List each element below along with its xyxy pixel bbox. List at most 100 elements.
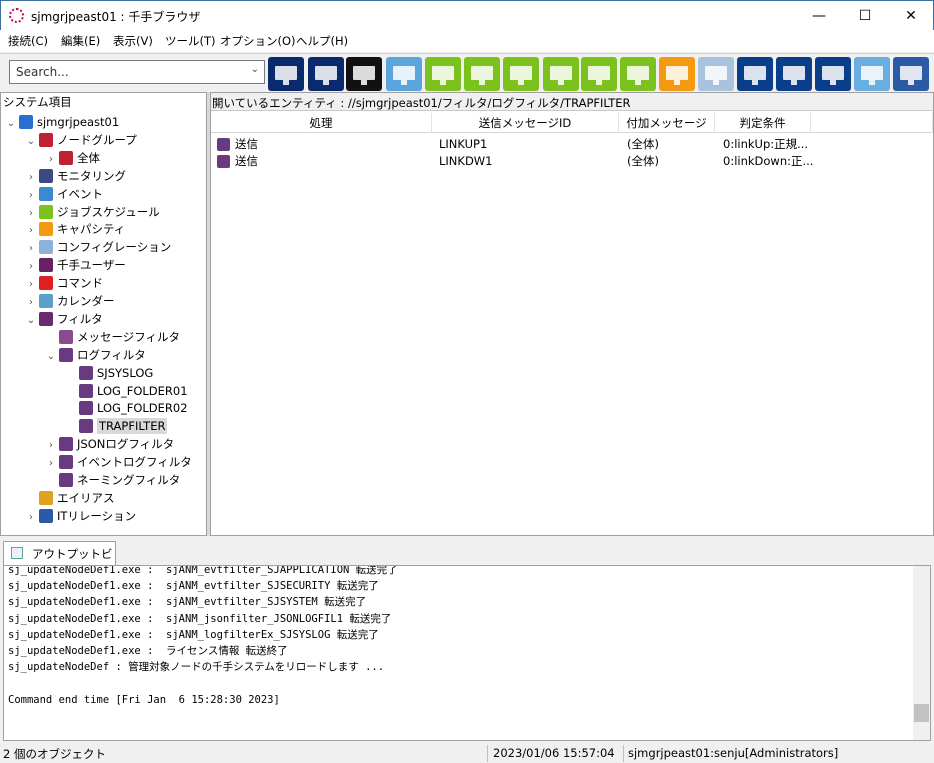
job-icon: [39, 204, 53, 219]
expander-icon[interactable]: ›: [25, 509, 37, 527]
toolbar-button[interactable]: [659, 57, 695, 91]
tree-item-label: カレンダー: [57, 294, 115, 308]
title-bar: sjmgrjpeast01 : 千手ブラウザ — ☐ ✕: [0, 0, 934, 30]
table-cell: 0:linkUp:正規...: [723, 137, 809, 151]
table-row[interactable]: 送信 LINKDW1 (全体) 0:linkDown:正...: [211, 153, 933, 170]
status-user: sjmgrjpeast01:senju[Administrators]: [628, 746, 839, 760]
log-filter-icon: [79, 419, 93, 434]
tree-item[interactable]: › コマンド: [25, 274, 103, 292]
toolbar-button[interactable]: [425, 57, 461, 91]
tree-item-label: JSONログフィルタ: [77, 437, 175, 452]
menu-item[interactable]: オプション(O): [220, 33, 296, 49]
expander-icon[interactable]: ⌄: [25, 312, 37, 330]
search-placeholder: Search...: [16, 65, 69, 79]
tree-item[interactable]: ネーミングフィルタ: [45, 471, 180, 489]
tree-item[interactable]: ⌄ フィルタ: [25, 310, 103, 328]
toolbar-button[interactable]: [854, 57, 890, 91]
tree-item[interactable]: › イベントログフィルタ: [45, 453, 192, 471]
tree-item[interactable]: › コンフィグレーション: [25, 238, 171, 256]
toolbar-button[interactable]: [268, 57, 304, 91]
status-datetime: 2023/01/06 15:57:04: [493, 746, 615, 760]
toolbar-button[interactable]: [893, 57, 929, 91]
entity-panel: 開いているエンティティ : //sjmgrjpeast01/フィルタ/ログフィル…: [210, 92, 934, 536]
command-icon: [39, 276, 53, 291]
menu-item[interactable]: 編集(E): [61, 33, 100, 49]
toolbar-button[interactable]: [543, 57, 579, 91]
toolbar-button[interactable]: [815, 57, 851, 91]
tree-item[interactable]: TRAPFILTER: [65, 417, 168, 435]
expander-icon[interactable]: ⌄: [25, 133, 37, 151]
search-combobox[interactable]: Search... ⌄: [9, 60, 265, 84]
toolbar-button[interactable]: [464, 57, 500, 91]
expander-icon[interactable]: ⌄: [5, 115, 17, 133]
tree-item-label: LOG_FOLDER02: [97, 401, 188, 416]
column-header[interactable]: 送信メッセージID: [432, 113, 619, 133]
toolbar-button[interactable]: [698, 57, 734, 91]
toolbar-button[interactable]: [776, 57, 812, 91]
toolbar-button[interactable]: [620, 57, 656, 91]
tree-item[interactable]: ⌄ ログフィルタ: [45, 346, 146, 364]
toolbar-button[interactable]: [386, 57, 422, 91]
menu-item[interactable]: ツール(T): [165, 33, 216, 49]
tree-item[interactable]: › カレンダー: [25, 292, 115, 310]
menu-item[interactable]: ヘルプ(H): [296, 33, 348, 49]
tree-item[interactable]: メッセージフィルタ: [45, 328, 180, 346]
column-header[interactable]: 判定条件: [715, 113, 811, 133]
tab-output-view[interactable]: アウトプットビュー: [3, 541, 116, 577]
globe-icon: [19, 115, 33, 129]
tree-item-label: イベント: [57, 186, 103, 201]
tree-item[interactable]: エイリアス: [25, 489, 115, 507]
toolbar-button[interactable]: [503, 57, 539, 91]
maximize-button[interactable]: ☐: [842, 1, 888, 31]
tree-item[interactable]: ⌄ sjmgrjpeast01: [5, 113, 119, 131]
tree-item[interactable]: LOG_FOLDER02: [65, 399, 188, 417]
tree-item[interactable]: › ジョブスケジュール: [25, 203, 160, 221]
expander-icon[interactable]: ⌄: [45, 348, 57, 366]
tree-item-label: メッセージフィルタ: [77, 329, 181, 344]
tree-item[interactable]: › イベント: [25, 185, 103, 203]
log-filter-icon: [79, 401, 93, 416]
toolbar-button[interactable]: [737, 57, 773, 91]
tree-item[interactable]: › 全体: [45, 149, 100, 167]
table-cell: 送信: [235, 154, 258, 168]
menu-item[interactable]: 表示(V): [113, 33, 153, 49]
toolbar-button[interactable]: [308, 57, 344, 91]
column-header[interactable]: 処理: [211, 113, 432, 133]
tree-item[interactable]: › ITリレーション: [25, 507, 136, 525]
table-cell: (全体): [627, 137, 659, 151]
output-view[interactable]: sj_updateNodeDef1.exe : sjANM_evtfilter_…: [3, 565, 931, 741]
toolbar: Search... ⌄: [0, 53, 934, 91]
tree-item[interactable]: ⌄ ノードグループ: [25, 131, 137, 149]
tree-item[interactable]: › モニタリング: [25, 167, 126, 185]
tree-item[interactable]: SJSYSLOG: [65, 364, 153, 382]
tree-item[interactable]: › JSONログフィルタ: [45, 435, 174, 453]
minimize-button[interactable]: —: [796, 1, 842, 31]
naming-filter-icon: [59, 473, 73, 487]
tree-item-label: ログフィルタ: [77, 347, 146, 362]
tree-item-label: sjmgrjpeast01: [37, 115, 120, 129]
tree-item-label: 全体: [77, 150, 100, 165]
table-cell: LINKUP1: [439, 137, 488, 151]
table-cell: (全体): [627, 154, 659, 168]
table-cell: LINKDW1: [439, 154, 493, 168]
chevron-down-icon[interactable]: ⌄: [251, 64, 259, 75]
toolbar-button[interactable]: [581, 57, 617, 91]
menu-bar: 接続(C) 編集(E) 表示(V) ツール(T) オプション(O) ヘルプ(H): [0, 30, 934, 52]
tree-item-label: キャパシティ: [57, 222, 126, 237]
json-filter-icon: [59, 437, 73, 452]
output-tabbar: アウトプットビュー: [0, 539, 934, 577]
tree-item[interactable]: LOG_FOLDER01: [65, 382, 188, 400]
scrollbar-thumb[interactable]: [914, 704, 929, 722]
tree-item[interactable]: › キャパシティ: [25, 220, 125, 238]
it-relation-icon: [39, 508, 53, 523]
column-header[interactable]: [811, 113, 933, 133]
column-header[interactable]: 付加メッセージ: [619, 113, 715, 133]
vertical-scrollbar[interactable]: [913, 566, 930, 740]
toolbar-button[interactable]: [346, 57, 382, 91]
table-row[interactable]: 送信 LINKUP1 (全体) 0:linkUp:正規...: [211, 136, 933, 153]
node-icon: [59, 150, 73, 165]
output-view-icon: [11, 547, 23, 559]
close-button[interactable]: ✕: [888, 1, 934, 31]
tree-item[interactable]: › 千手ユーザー: [25, 256, 126, 274]
menu-item[interactable]: 接続(C): [8, 33, 48, 49]
